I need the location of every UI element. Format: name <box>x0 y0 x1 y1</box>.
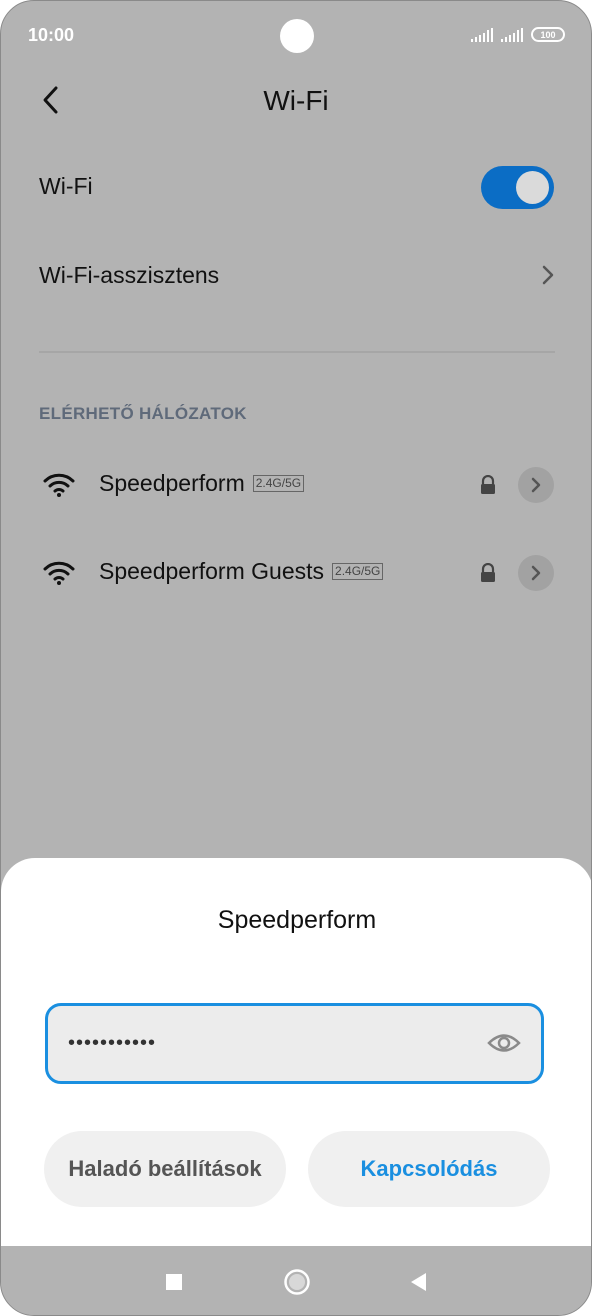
network-details-button[interactable] <box>518 555 554 591</box>
lock-icon <box>481 475 495 494</box>
status-time: 10:00 <box>28 25 75 45</box>
network-item[interactable]: Speedperform Guests 2.4G/5G <box>1 543 591 603</box>
phone-screen: 10:00 100 Wi-Fi Wi-Fi Wi-Fi-asszisztens … <box>0 0 592 1316</box>
back-nav-button[interactable] <box>399 1246 439 1315</box>
square-icon <box>166 1273 182 1290</box>
connect-button[interactable]: Kapcsolódás <box>308 1131 550 1207</box>
front-camera <box>280 19 314 53</box>
circle-icon <box>284 1268 310 1295</box>
wifi-assistant-item[interactable]: Wi-Fi-asszisztens <box>39 262 219 289</box>
recents-button[interactable] <box>154 1246 194 1315</box>
battery-level: 100 <box>540 29 556 40</box>
chevron-right-icon <box>531 565 541 581</box>
eye-icon[interactable] <box>487 1032 521 1054</box>
password-input[interactable]: ••••••••••• <box>45 1003 544 1084</box>
wifi-signal-icon <box>43 561 75 585</box>
lock-icon <box>481 563 495 582</box>
navigation-bar <box>1 1246 591 1315</box>
signal-icon <box>471 27 493 42</box>
chevron-right-icon[interactable] <box>541 264 555 286</box>
network-details-button[interactable] <box>518 467 554 503</box>
password-value: ••••••••••• <box>68 1032 157 1054</box>
advanced-settings-button[interactable]: Haladó beállítások <box>44 1131 286 1207</box>
page-title: Wi-Fi <box>263 85 329 116</box>
chevron-right-icon <box>531 477 541 493</box>
available-networks-header: ELÉRHETŐ HÁLÓZATOK <box>39 404 247 423</box>
network-name: Speedperform Guests <box>99 558 325 584</box>
home-button[interactable] <box>277 1246 317 1315</box>
status-bar: 10:00 100 <box>1 1 591 71</box>
network-name-row: Speedperform Guests 2.4G/5G <box>99 558 384 585</box>
status-icons: 100 <box>471 27 565 42</box>
network-name: Speedperform <box>99 470 245 496</box>
network-name-row: Speedperform 2.4G/5G <box>99 470 305 497</box>
wifi-signal-icon <box>43 473 75 497</box>
triangle-back-icon <box>411 1272 426 1291</box>
signal-icon-2 <box>501 27 523 42</box>
divider <box>39 351 555 353</box>
wifi-toggle[interactable] <box>481 166 554 209</box>
network-item[interactable]: Speedperform 2.4G/5G <box>1 455 591 515</box>
toggle-knob <box>516 171 549 204</box>
battery-icon: 100 <box>531 27 565 42</box>
dialog-title: Speedperform <box>217 906 377 934</box>
band-badge: 2.4G/5G <box>252 475 305 492</box>
password-dialog: Speedperform ••••••••••• Haladó beállítá… <box>1 858 591 1246</box>
wifi-toggle-label: Wi-Fi <box>39 173 93 199</box>
band-badge: 2.4G/5G <box>332 563 384 580</box>
